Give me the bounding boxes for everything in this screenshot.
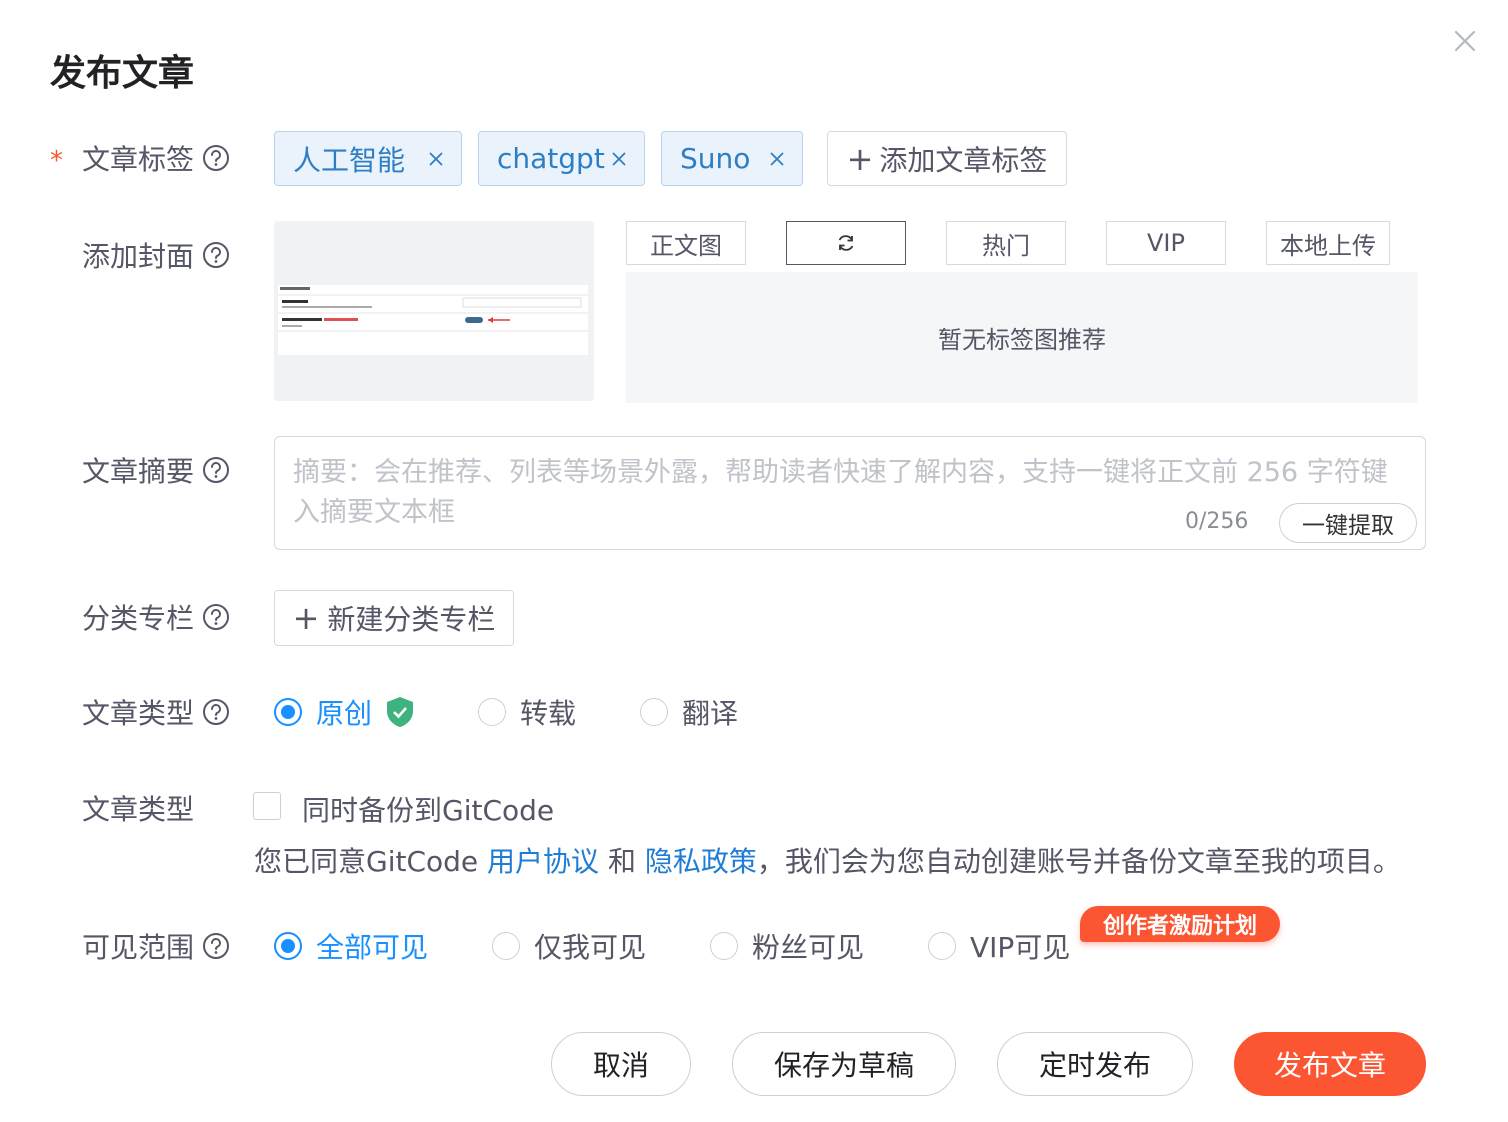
close-icon[interactable] <box>1452 28 1478 54</box>
radio-visible-all[interactable]: 全部可见 <box>274 926 428 966</box>
radio-label: 原创 <box>316 697 373 730</box>
schedule-publish-button[interactable]: 定时发布 <box>997 1032 1193 1096</box>
save-draft-button[interactable]: 保存为草稿 <box>732 1032 956 1096</box>
tag-label: Suno <box>680 142 751 175</box>
user-agreement-link[interactable]: 用户协议 <box>487 845 599 878</box>
cover-tab-label: 本地上传 <box>1280 231 1376 260</box>
gitcode-backup-checkbox[interactable] <box>253 792 281 820</box>
radio-circle <box>710 932 738 960</box>
tag-chip: Suno <box>661 131 803 186</box>
summary-char-count: 0/256 <box>1185 509 1249 534</box>
cover-tab-vip[interactable]: VIP <box>1106 221 1226 265</box>
radio-circle <box>274 698 302 726</box>
note-and: 和 <box>599 845 645 878</box>
summary-label: 文章摘要 <box>82 450 230 490</box>
cover-empty-text: 暂无标签图推荐 <box>938 326 1106 354</box>
cover-label: 添加封面 <box>82 235 230 275</box>
plus-icon: + <box>846 139 874 178</box>
radio-label: 仅我可见 <box>534 931 647 964</box>
gitcode-backup-label: 同时备份到GitCode <box>302 794 555 827</box>
cover-label-text: 添加封面 <box>82 240 195 273</box>
tags-label-text: 文章标签 <box>82 143 195 176</box>
column-label-text: 分类专栏 <box>82 602 195 635</box>
cover-tab-hot[interactable]: 热门 <box>946 221 1066 265</box>
column-label: 分类专栏 <box>82 597 230 637</box>
radio-visible-fans[interactable]: 粉丝可见 <box>710 926 864 966</box>
radio-visible-vip[interactable]: VIP可见 <box>928 926 1070 966</box>
radio-label: 转载 <box>520 697 577 730</box>
help-icon[interactable] <box>202 241 230 269</box>
tag-chip: chatgpt <box>478 131 645 186</box>
radio-visible-self[interactable]: 仅我可见 <box>492 926 646 966</box>
radio-label: VIP可见 <box>970 931 1071 964</box>
radio-circle <box>478 698 506 726</box>
help-icon[interactable] <box>202 698 230 726</box>
cover-tab-local-upload[interactable]: 本地上传 <box>1266 221 1390 265</box>
note-prefix: 您已同意GitCode <box>254 845 488 878</box>
radio-original[interactable]: 原创 <box>274 692 414 732</box>
help-icon[interactable] <box>202 456 230 484</box>
article-type-label: 文章类型 <box>82 692 230 732</box>
radio-label: 全部可见 <box>316 931 429 964</box>
verified-shield-icon <box>387 697 414 727</box>
cancel-button[interactable]: 取消 <box>551 1032 691 1096</box>
remove-tag-icon[interactable] <box>427 150 445 168</box>
publish-button[interactable]: 发布文章 <box>1234 1032 1426 1096</box>
cover-tab-body-image[interactable]: 正文图 <box>626 221 746 265</box>
help-icon[interactable] <box>202 144 230 172</box>
note-suffix: ，我们会为您自动创建账号并备份文章至我的项目。 <box>756 845 1401 878</box>
cover-preview-image <box>278 285 588 355</box>
visibility-label-text: 可见范围 <box>82 931 195 964</box>
new-column-button[interactable]: + 新建分类专栏 <box>274 590 514 646</box>
radio-label: 翻译 <box>682 697 739 730</box>
radio-circle <box>928 932 956 960</box>
summary-label-text: 文章摘要 <box>82 455 195 488</box>
help-icon[interactable] <box>202 932 230 960</box>
cover-tab-refresh[interactable] <box>786 221 906 265</box>
gitcode-agreement-note: 您已同意GitCode 用户协议 和 隐私政策，我们会为您自动创建账号并备份文章… <box>254 840 1401 880</box>
radio-translation[interactable]: 翻译 <box>640 692 738 732</box>
cover-tab-label: VIP <box>1147 229 1185 257</box>
article-type-label-text: 文章类型 <box>82 697 195 730</box>
radio-circle <box>492 932 520 960</box>
tag-label: 人工智能 <box>293 143 406 177</box>
backup-label-text: 文章类型 <box>82 793 195 826</box>
radio-label: 粉丝可见 <box>752 931 865 964</box>
visibility-label: 可见范围 <box>82 926 230 966</box>
privacy-policy-link[interactable]: 隐私政策 <box>645 845 757 878</box>
remove-tag-icon[interactable] <box>610 150 628 168</box>
help-icon[interactable] <box>202 603 230 631</box>
dialog-title: 发布文章 <box>50 53 195 94</box>
cover-tab-label: 热门 <box>982 231 1030 260</box>
tags-label: 文章标签 <box>82 138 230 178</box>
required-mark: * <box>50 146 63 176</box>
radio-circle <box>274 932 302 960</box>
cover-recommendation-panel: 暂无标签图推荐 <box>626 272 1418 403</box>
backup-label: 文章类型 <box>82 788 194 828</box>
add-tag-label: 添加文章标签 <box>879 143 1048 177</box>
add-tag-button[interactable]: + 添加文章标签 <box>827 131 1067 186</box>
tag-chip: 人工智能 <box>274 131 462 186</box>
refresh-icon <box>838 235 854 251</box>
cover-thumbnail[interactable] <box>274 221 594 401</box>
remove-tag-icon[interactable] <box>768 150 786 168</box>
tag-label: chatgpt <box>497 142 605 175</box>
extract-summary-button[interactable]: 一键提取 <box>1279 503 1417 543</box>
cover-tab-label: 正文图 <box>650 231 722 260</box>
plus-icon: + <box>292 599 320 637</box>
summary-textarea[interactable]: 摘要：会在推荐、列表等场景外露，帮助读者快速了解内容，支持一键将正文前 256 … <box>274 436 1426 550</box>
creator-incentive-badge[interactable]: 创作者激励计划 <box>1080 906 1280 942</box>
new-column-label: 新建分类专栏 <box>327 603 496 636</box>
radio-circle <box>640 698 668 726</box>
radio-repost[interactable]: 转载 <box>478 692 576 732</box>
